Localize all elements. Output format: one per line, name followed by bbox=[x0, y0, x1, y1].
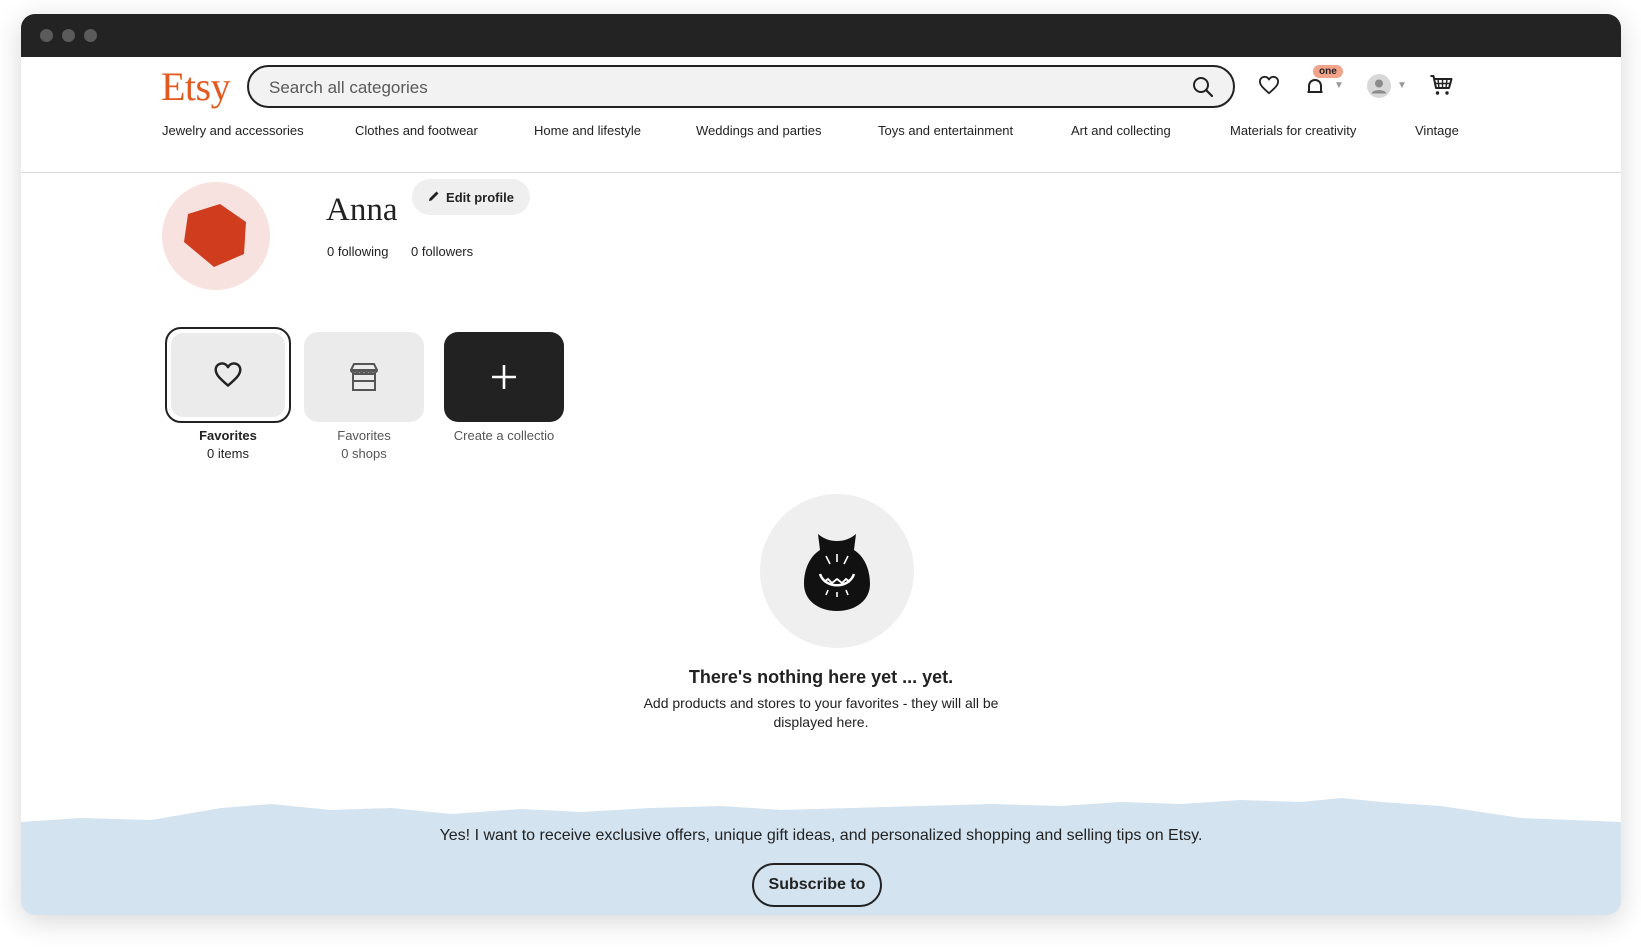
page-content: Etsy one ▼ ▼ Jewe bbox=[21, 57, 1621, 915]
search-icon[interactable] bbox=[1191, 75, 1215, 99]
nav-item-jewelry[interactable]: Jewelry and accessories bbox=[162, 123, 304, 138]
followers-count[interactable]: 0 followers bbox=[411, 244, 473, 259]
favorites-shops-tile[interactable] bbox=[304, 332, 424, 422]
subscribe-button[interactable]: Subscribe to bbox=[752, 863, 882, 907]
empty-state-illustration bbox=[760, 494, 914, 648]
search-input[interactable] bbox=[267, 67, 1151, 108]
search-bar bbox=[247, 65, 1235, 108]
profile-avatar[interactable] bbox=[162, 182, 270, 290]
edit-profile-button[interactable]: Edit profile bbox=[412, 179, 530, 215]
close-window-dot[interactable] bbox=[40, 29, 53, 42]
favorites-heart-icon[interactable] bbox=[1258, 75, 1280, 100]
nav-item-clothes[interactable]: Clothes and footwear bbox=[355, 123, 478, 138]
nav-item-vintage[interactable]: Vintage bbox=[1415, 123, 1459, 138]
chevron-down-icon[interactable]: ▼ bbox=[1397, 80, 1407, 91]
create-collection-label: Create a collectio bbox=[453, 428, 555, 443]
create-collection-tile[interactable] bbox=[444, 332, 564, 422]
plus-icon bbox=[490, 363, 518, 396]
favorites-shops-title: Favorites bbox=[337, 428, 391, 443]
shopping-cart-icon[interactable] bbox=[1429, 73, 1453, 102]
favorites-items-tile[interactable] bbox=[165, 327, 291, 423]
edit-profile-label: Edit profile bbox=[446, 189, 514, 205]
site-header: Etsy one ▼ ▼ Jewe bbox=[21, 57, 1621, 173]
favorites-shops-count: 0 shops bbox=[341, 446, 387, 461]
nav-item-art[interactable]: Art and collecting bbox=[1071, 123, 1171, 138]
pencil-icon bbox=[428, 190, 440, 205]
shop-icon bbox=[347, 361, 381, 398]
user-avatar-icon[interactable] bbox=[1367, 74, 1391, 103]
browser-window: Etsy one ▼ ▼ Jewe bbox=[21, 14, 1621, 915]
nav-item-materials[interactable]: Materials for creativity bbox=[1230, 123, 1356, 138]
etsy-logo[interactable]: Etsy bbox=[161, 63, 231, 110]
chevron-down-icon[interactable]: ▼ bbox=[1334, 80, 1344, 91]
empty-state-text: Add products and stores to your favorite… bbox=[643, 695, 999, 730]
newsletter-text: Yes! I want to receive exclusive offers,… bbox=[439, 827, 1203, 844]
necklace-bust-icon bbox=[804, 534, 870, 611]
category-nav: Jewelry and accessories Clothes and foot… bbox=[21, 123, 1621, 145]
window-titlebar bbox=[21, 14, 1621, 57]
minimize-window-dot[interactable] bbox=[62, 29, 75, 42]
nav-item-weddings[interactable]: Weddings and parties bbox=[696, 123, 822, 138]
notification-bell-icon[interactable] bbox=[1305, 77, 1325, 102]
nav-item-home[interactable]: Home and lifestyle bbox=[534, 123, 641, 138]
nav-item-toys[interactable]: Toys and entertainment bbox=[878, 123, 1013, 138]
empty-state-title: There's nothing here yet ... yet. bbox=[688, 667, 954, 687]
maximize-window-dot[interactable] bbox=[84, 29, 97, 42]
following-count[interactable]: 0 following bbox=[327, 244, 388, 259]
profile-name: Anna bbox=[326, 192, 398, 228]
heart-icon bbox=[213, 361, 243, 393]
notification-badge: one bbox=[1313, 65, 1343, 78]
